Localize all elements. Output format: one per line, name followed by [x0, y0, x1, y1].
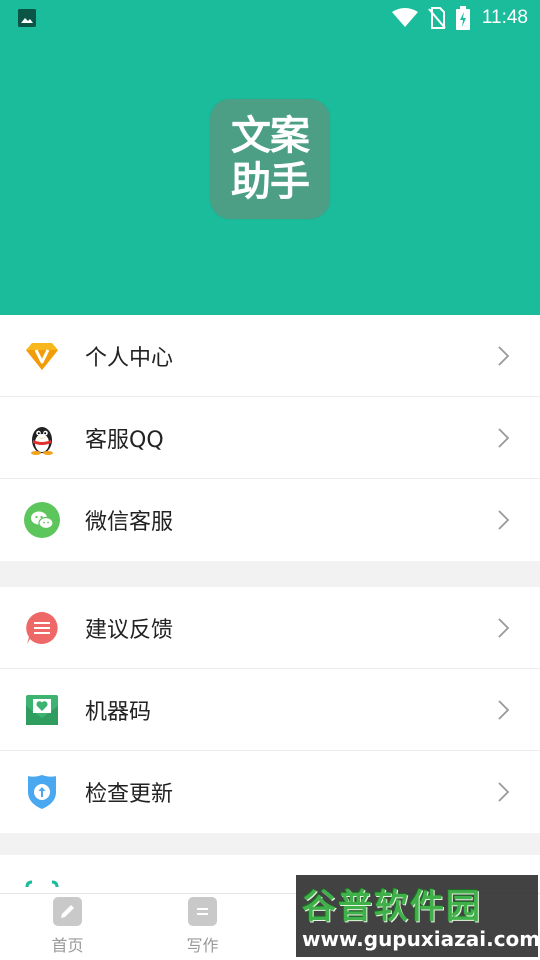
- logo-text-line1: 文案: [231, 113, 310, 159]
- feedback-icon: [26, 612, 58, 644]
- watermark-title: 谷普软件园: [302, 887, 482, 927]
- wifi-icon: [391, 8, 418, 27]
- menu-item-machine-code[interactable]: 机器码: [0, 669, 540, 751]
- vip-diamond-icon: [26, 343, 58, 370]
- watermark-url: www.gupuxiazai.com: [302, 927, 540, 951]
- tab-label-writing: 写作: [186, 936, 219, 955]
- menu-label: 检查更新: [85, 782, 174, 807]
- chevron-right-icon: [498, 346, 510, 366]
- watermark: 谷普软件园 www.gupuxiazai.com: [296, 875, 540, 957]
- menu-item-personal-center[interactable]: 个人中心: [0, 315, 540, 397]
- logo-text-line2: 助手: [231, 159, 310, 205]
- qq-penguin-icon: [31, 427, 53, 455]
- menu-item-check-update[interactable]: 检查更新: [0, 751, 540, 833]
- app-logo: 文案 助手: [210, 99, 330, 219]
- check-update-icon: [28, 775, 56, 809]
- chevron-right-icon: [498, 510, 510, 530]
- menu-group-account: 个人中心 客服QQ 微信客服: [0, 315, 540, 561]
- status-time: 11:48: [481, 7, 528, 28]
- status-bar: 11:48: [0, 0, 540, 36]
- battery-charging-icon: [455, 6, 470, 30]
- tab-home[interactable]: 首页: [0, 894, 135, 960]
- menu-item-feedback[interactable]: 建议反馈: [0, 587, 540, 669]
- wechat-icon: [24, 502, 60, 538]
- chevron-right-icon: [498, 428, 510, 448]
- edit-icon: [53, 897, 82, 926]
- document-icon: [188, 897, 217, 926]
- menu-label: 机器码: [85, 699, 152, 725]
- machine-code-icon: [26, 695, 58, 725]
- profile-header: 文案 助手: [0, 36, 540, 315]
- menu-label: 个人中心: [85, 345, 174, 371]
- menu-label: 微信客服: [85, 510, 174, 535]
- menu-item-customer-qq[interactable]: 客服QQ: [0, 397, 540, 479]
- chevron-right-icon: [498, 618, 510, 638]
- chevron-right-icon: [498, 782, 510, 802]
- gallery-icon: [18, 9, 36, 27]
- chevron-right-icon: [498, 700, 510, 720]
- status-icons: 11:48: [391, 0, 528, 36]
- no-sim-icon: [428, 7, 446, 29]
- menu-group-tools: 建议反馈 机器码 检查更新: [0, 587, 540, 833]
- tab-writing[interactable]: 写作: [135, 894, 270, 960]
- menu-label: 客服QQ: [85, 427, 164, 453]
- menu-label: 建议反馈: [85, 617, 174, 643]
- menu-item-wechat-service[interactable]: 微信客服: [0, 479, 540, 561]
- tab-label-home: 首页: [51, 936, 84, 955]
